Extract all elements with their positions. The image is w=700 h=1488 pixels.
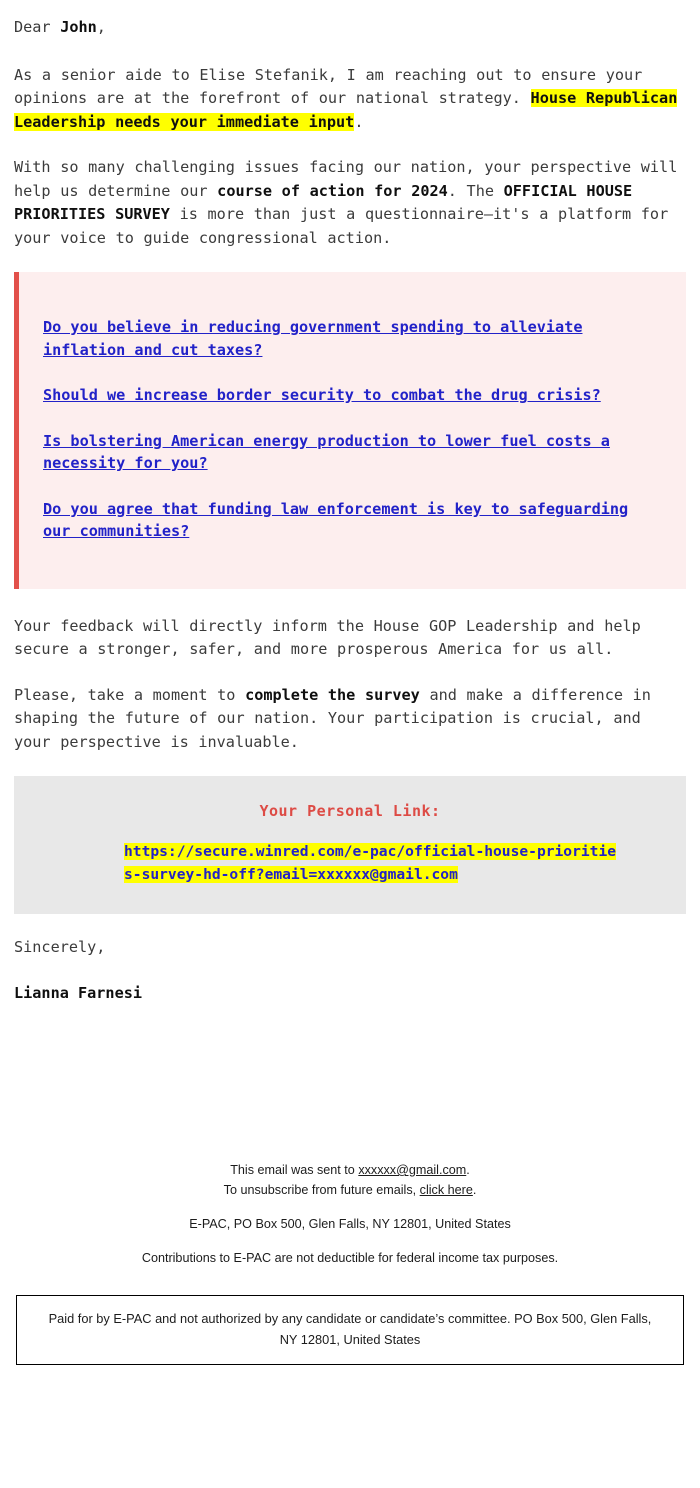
paid-for-disclaimer-box: Paid for by E-PAC and not authorized by … — [16, 1295, 684, 1365]
footer-address: E-PAC, PO Box 500, Glen Falls, NY 12801,… — [189, 1217, 511, 1231]
footer-sent-to-prefix: This email was sent to — [230, 1163, 359, 1177]
paragraph-intro-text-2: . — [354, 112, 364, 131]
personal-link-box: Your Personal Link: https://secure.winre… — [14, 776, 686, 914]
footer-tax-notice: Contributions to E-PAC are not deductibl… — [141, 1251, 559, 1265]
paragraph-survey-text-2: . The — [447, 181, 504, 200]
footer-spacer — [0, 1200, 700, 1214]
greeting-prefix: Dear — [14, 18, 61, 36]
footer-unsubscribe-link[interactable]: click here — [420, 1183, 473, 1197]
signature-name: Lianna Farnesi — [14, 983, 143, 1002]
paid-for-disclaimer-text: Paid for by E-PAC and not authorized by … — [48, 1311, 652, 1347]
survey-question-link[interactable]: Do you agree that funding law enforcemen… — [43, 498, 660, 543]
message-body: Dear John, As a senior aide to Elise Ste… — [0, 0, 700, 250]
survey-question-link[interactable]: Is bolstering American energy production… — [43, 430, 660, 475]
paragraph-cta-bold: complete the survey — [245, 685, 420, 704]
footer-sent-to-suffix: . — [466, 1163, 470, 1177]
greeting-suffix: , — [96, 18, 106, 36]
survey-question-list: Do you believe in reducing government sp… — [19, 316, 686, 543]
paragraph-survey-bold-1: course of action for 2024 — [217, 181, 448, 200]
survey-question-link[interactable]: Do you believe in reducing government sp… — [43, 316, 660, 361]
footer-unsubscribe: To unsubscribe from future emails, click… — [0, 1180, 700, 1200]
paragraph-call-to-action: Please, take a moment to complete the su… — [14, 684, 686, 755]
footer-spacer — [0, 1234, 700, 1248]
email-body: Dear John, As a senior aide to Elise Ste… — [0, 0, 700, 1488]
paragraph-survey: With so many challenging issues facing o… — [14, 156, 686, 250]
footer-unsubscribe-suffix: . — [472, 1183, 477, 1197]
recipient-name: John — [60, 18, 97, 36]
greeting-line: Dear John, — [14, 0, 686, 40]
closing-paragraphs: Your feedback will directly inform the H… — [0, 589, 700, 755]
survey-question-link[interactable]: Should we increase border security to co… — [43, 384, 660, 407]
survey-question-block: Do you believe in reducing government sp… — [14, 272, 686, 589]
signature-block: Sincerely, Lianna Farnesi — [0, 914, 700, 1005]
signature-closing: Sincerely, — [14, 938, 106, 956]
personal-link-title: Your Personal Link: — [259, 802, 441, 820]
footer-recipient-email-link[interactable]: xxxxxx@gmail.com — [358, 1163, 466, 1177]
email-footer: This email was sent to xxxxxx@gmail.com.… — [0, 1160, 700, 1268]
personal-link-url[interactable]: https://secure.winred.com/e-pac/official… — [124, 843, 617, 883]
paragraph-cta-text-1: Please, take a moment to — [14, 685, 246, 704]
footer-unsubscribe-prefix: To unsubscribe from future emails, — [223, 1183, 420, 1197]
paragraph-intro: As a senior aide to Elise Stefanik, I am… — [14, 64, 686, 135]
personal-link-url-wrapper: https://secure.winred.com/e-pac/official… — [80, 840, 620, 886]
paragraph-feedback: Your feedback will directly inform the H… — [14, 616, 641, 659]
footer-sent-to: This email was sent to xxxxxx@gmail.com. — [0, 1160, 700, 1180]
